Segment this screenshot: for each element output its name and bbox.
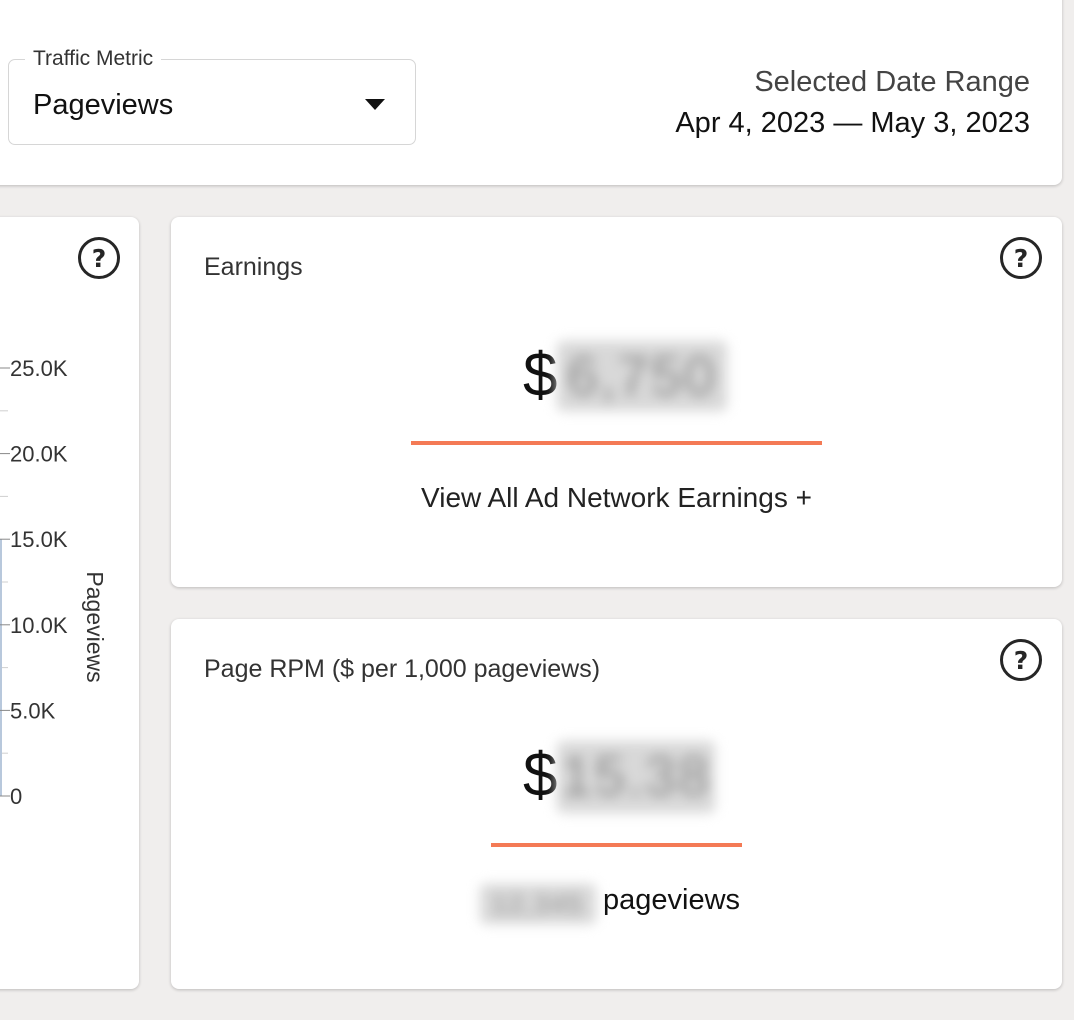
earnings-amount-redacted: 6,750 [557, 341, 727, 411]
page-rpm-title: Page RPM ($ per 1,000 pageviews) [204, 655, 601, 683]
help-icon[interactable]: ? [1000, 639, 1042, 681]
date-range-label: Selected Date Range [754, 66, 1030, 98]
help-icon[interactable]: ? [78, 237, 120, 279]
y-tick-label: 15.0K [10, 527, 68, 552]
filter-card: Traffic Metric Pageviews Selected Date R… [0, 0, 1062, 185]
traffic-metric-select[interactable]: Traffic Metric Pageviews [8, 48, 416, 145]
chart-gridlines [0, 410, 8, 796]
earnings-card: Earnings ? $ 6,750 View All Ad Network E… [171, 217, 1062, 587]
rpm-amount-redacted: 15.38 [557, 741, 715, 813]
pageviews-chart-card: 0 5.0K 10.0K 15.0K 20.0K 25.0K Pageviews ? [0, 217, 139, 989]
help-icon[interactable]: ? [1000, 237, 1042, 279]
help-icon-glyph: ? [1013, 645, 1029, 675]
pageviews-count-redacted: 12,345 [480, 884, 596, 924]
currency-symbol: $ [523, 341, 558, 410]
currency-symbol: $ [523, 741, 558, 810]
page-rpm-card: Page RPM ($ per 1,000 pageviews) ? $ 15.… [171, 619, 1062, 989]
y-axis-label: Pageviews [82, 571, 108, 682]
caret-down-icon [365, 99, 385, 110]
help-icon-glyph: ? [1013, 243, 1029, 273]
pageviews-chart: 0 5.0K 10.0K 15.0K 20.0K 25.0K Pageviews [0, 356, 108, 809]
traffic-metric-label: Traffic Metric [25, 48, 162, 70]
earnings-title: Earnings [204, 253, 303, 281]
y-tick-label: 25.0K [10, 356, 68, 381]
help-icon-glyph: ? [91, 243, 107, 273]
earnings-accent-line [411, 441, 822, 445]
rpm-accent-line [491, 843, 742, 847]
pageviews-word: pageviews [603, 884, 741, 916]
view-all-ad-network-earnings-link[interactable]: View All Ad Network Earnings + [171, 482, 1062, 514]
y-tick-label: 0 [10, 784, 22, 809]
date-range-value: Apr 4, 2023 — May 3, 2023 [675, 107, 1030, 139]
traffic-metric-value: Pageviews [33, 89, 174, 121]
y-tick-label: 5.0K [10, 698, 56, 723]
y-tick-label: 10.0K [10, 613, 68, 638]
y-axis-ticks: 0 5.0K 10.0K 15.0K 20.0K 25.0K [0, 356, 68, 809]
y-tick-label: 20.0K [10, 442, 68, 467]
